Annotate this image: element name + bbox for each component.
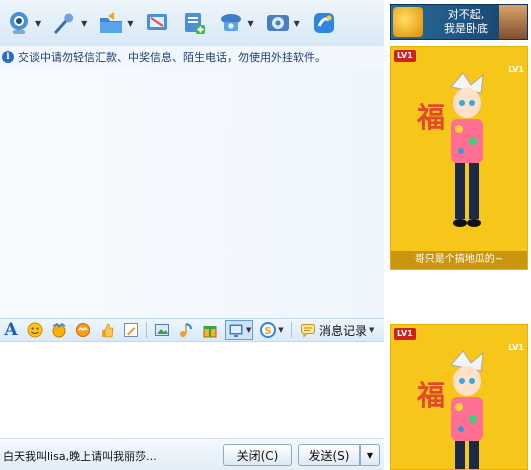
svg-text:S: S <box>265 326 272 337</box>
chevron-down-icon[interactable]: ▼ <box>127 19 133 28</box>
gift-icon <box>203 326 217 338</box>
remote-assist-icon <box>221 14 242 31</box>
message-display-area[interactable] <box>0 68 384 318</box>
chevron-down-icon[interactable]: ▼ <box>246 326 251 334</box>
screen-capture-button[interactable]: ▼ <box>225 320 253 340</box>
emoticon-button[interactable] <box>26 321 44 339</box>
magic-emoticon-icon <box>52 323 66 338</box>
level-badge: LV1 <box>394 50 416 62</box>
chevron-down-icon[interactable]: ▼ <box>35 19 41 28</box>
info-icon: i <box>2 51 14 63</box>
input-toolbar: A ▼ S ▼ 消息记录 ▼ <box>0 318 384 342</box>
doodle-button[interactable] <box>122 321 140 339</box>
send-image-button[interactable] <box>153 321 171 339</box>
shake-icon <box>76 323 90 337</box>
ad-text: 对不起, 我是卧底 <box>431 8 501 36</box>
send-options-button[interactable]: ▼ <box>360 444 380 466</box>
app-box-icon <box>313 13 334 33</box>
file-transfer-button[interactable]: ▼ <box>98 6 133 40</box>
font-icon: A <box>4 320 18 340</box>
chevron-down-icon[interactable]: ▼ <box>294 19 300 28</box>
toolbar-divider <box>146 322 147 338</box>
contact-avatar-show[interactable]: LV1 LV1 福 哥只是个搞地瓜的~ <box>390 46 528 270</box>
smiley-icon <box>27 322 43 338</box>
music-button[interactable] <box>177 321 195 339</box>
screenshot-icon <box>147 14 168 30</box>
settings-icon <box>266 15 289 31</box>
ad-text-line2: 我是卧底 <box>444 22 488 35</box>
chevron-down-icon[interactable]: ▼ <box>278 326 283 334</box>
avatar-character-image: 福 <box>416 350 484 469</box>
image-icon <box>155 324 169 336</box>
ad-character-image <box>499 5 527 39</box>
send-button[interactable]: 发送(S) <box>298 444 360 466</box>
screenshot-button[interactable] <box>144 6 170 40</box>
game-logo <box>393 7 423 37</box>
magic-emoticon-button[interactable] <box>50 321 68 339</box>
payment-button[interactable]: S ▼ <box>259 321 285 339</box>
security-notice: i 交谈中请勿轻信汇款、中奖信息、陌生电话，勿使用外挂软件。 <box>0 46 384 68</box>
chevron-down-icon: ▼ <box>366 450 374 460</box>
file-transfer-icon <box>100 12 123 33</box>
message-input[interactable] <box>0 342 384 438</box>
music-note-icon <box>180 323 192 337</box>
svg-text:福: 福 <box>416 379 445 412</box>
application-button[interactable] <box>181 6 207 40</box>
bottom-bar: 白天我叫lisa,晚上请叫我丽莎... 关闭(C) 发送(S) ▼ <box>0 438 384 470</box>
contact-signature: 白天我叫lisa,晚上请叫我丽莎... <box>3 450 157 463</box>
svg-text:福: 福 <box>416 101 445 134</box>
chat-toolbar: ▼ ▼ ▼ ▼ ▼ <box>0 0 384 46</box>
avatar-caption: 哥只是个搞地瓜的~ <box>391 251 527 269</box>
font-button[interactable]: A <box>2 320 20 340</box>
remote-assist-button[interactable]: ▼ <box>218 6 254 40</box>
chevron-down-icon[interactable]: ▼ <box>81 19 87 28</box>
microphone-icon <box>54 13 74 34</box>
toolbar-divider <box>291 322 292 338</box>
settings-button[interactable]: ▼ <box>265 6 300 40</box>
voice-chat-button[interactable]: ▼ <box>52 6 87 40</box>
pencil-icon <box>124 323 138 337</box>
close-button[interactable]: 关闭(C) <box>223 444 292 466</box>
thumbs-up-icon <box>102 323 114 338</box>
notice-text: 交谈中请勿轻信汇款、中奖信息、陌生电话，勿使用外挂软件。 <box>18 51 326 64</box>
ad-banner[interactable]: 对不起, 我是卧底 <box>390 4 528 40</box>
voice-message-button[interactable] <box>98 321 116 339</box>
chevron-down-icon[interactable]: ▼ <box>247 19 253 28</box>
message-history-label: 消息记录 <box>319 323 368 338</box>
app-box-button[interactable] <box>311 6 337 40</box>
avatar-character-image: 福 <box>416 72 484 227</box>
message-history-button[interactable]: 消息记录 ▼ <box>300 322 374 339</box>
right-side-panel: 对不起, 我是卧底 LV1 LV1 福 哥只是个搞地瓜的~ LV1 LV1 福 <box>384 0 531 470</box>
payment-icon: S <box>260 322 277 338</box>
application-icon <box>185 13 206 34</box>
chevron-down-icon[interactable]: ▼ <box>369 326 374 334</box>
video-chat-icon <box>10 12 28 34</box>
shake-window-button[interactable] <box>74 321 92 339</box>
chat-history-icon <box>301 324 315 338</box>
level-badge: LV1 <box>394 328 416 340</box>
ad-text-line1: 对不起, <box>447 8 485 21</box>
gift-button[interactable] <box>201 321 219 339</box>
video-chat-button[interactable]: ▼ <box>6 6 41 40</box>
my-avatar-show[interactable]: LV1 LV1 福 <box>390 324 528 470</box>
screen-capture-icon <box>229 324 243 337</box>
